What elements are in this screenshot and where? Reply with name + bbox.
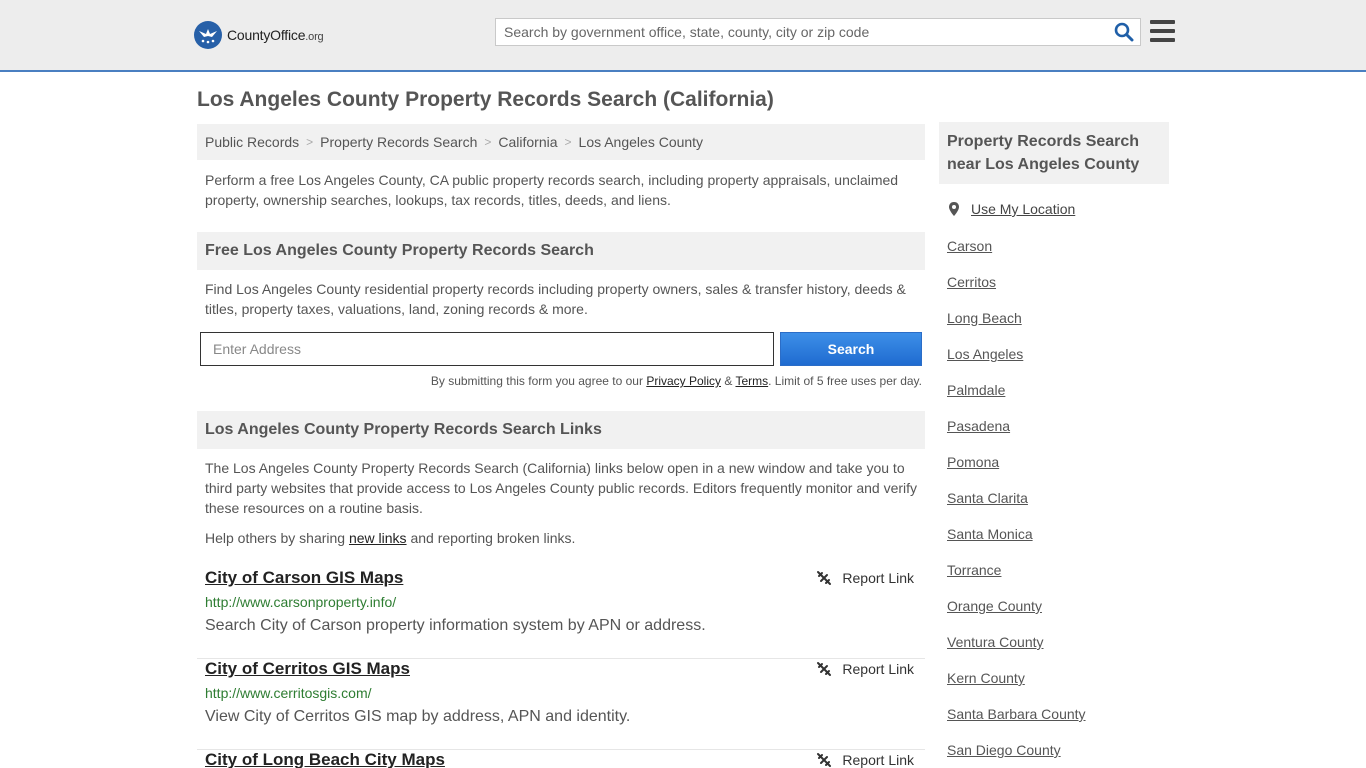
breadcrumb-property-records-search[interactable]: Property Records Search	[320, 134, 477, 150]
record-description: Search City of Carson property informati…	[205, 617, 706, 634]
nearby-place-link[interactable]: Cerritos	[947, 272, 1086, 308]
nearby-place-link[interactable]: Kern County	[947, 668, 1086, 704]
form-disclaimer: By submitting this form you agree to our…	[430, 374, 922, 388]
site-header: CountyOffice.org	[0, 0, 1366, 72]
nearby-place-link[interactable]: Long Beach	[947, 308, 1086, 344]
privacy-policy-link[interactable]: Privacy Policy	[646, 374, 721, 388]
hamburger-menu-icon[interactable]	[1150, 20, 1175, 42]
broken-link-icon	[817, 753, 832, 767]
site-search-input[interactable]	[496, 19, 1096, 45]
address-input[interactable]	[200, 332, 774, 366]
record-item: City of Cerritos GIS Maps http://www.cer…	[197, 659, 925, 750]
nearby-place-link[interactable]: San Diego County	[947, 740, 1086, 768]
nearby-place-link[interactable]: Santa Barbara County	[947, 704, 1086, 740]
help-text: Help others by sharing new links and rep…	[205, 530, 576, 546]
nearby-place-link[interactable]: Pasadena	[947, 416, 1086, 452]
logo-text: CountyOffice.org	[227, 27, 324, 43]
breadcrumb-separator: >	[306, 135, 314, 149]
nearby-place-link[interactable]: Orange County	[947, 596, 1086, 632]
terms-link[interactable]: Terms	[735, 374, 768, 388]
nearby-place-link[interactable]: Santa Clarita	[947, 488, 1086, 524]
nearby-place-link[interactable]: Torrance	[947, 560, 1086, 596]
report-link-button[interactable]: Report Link	[816, 752, 914, 768]
search-icon[interactable]	[1114, 22, 1134, 42]
nearby-places-list: Carson Cerritos Long Beach Los Angeles P…	[947, 236, 1086, 768]
breadcrumb-separator: >	[564, 135, 572, 149]
links-section-description: The Los Angeles County Property Records …	[205, 460, 918, 516]
nearby-place-link[interactable]: Los Angeles	[947, 344, 1086, 380]
nearby-place-link[interactable]: Ventura County	[947, 632, 1086, 668]
record-url: http://www.cerritosgis.com/	[205, 685, 372, 701]
nearby-place-link[interactable]: Pomona	[947, 452, 1086, 488]
nearby-place-link[interactable]: Carson	[947, 236, 1086, 272]
breadcrumb-california[interactable]: California	[498, 134, 557, 150]
record-title-link[interactable]: City of Carson GIS Maps	[205, 568, 403, 588]
record-item: City of Carson GIS Maps http://www.carso…	[197, 568, 925, 659]
page-title: Los Angeles County Property Records Sear…	[197, 88, 774, 111]
eagle-logo-icon	[194, 21, 222, 49]
sidebar-heading: Property Records Search near Los Angeles…	[939, 122, 1169, 184]
breadcrumb-separator: >	[484, 135, 492, 149]
address-search-button[interactable]: Search	[780, 332, 922, 366]
breadcrumb-los-angeles-county[interactable]: Los Angeles County	[579, 134, 704, 150]
record-title-link[interactable]: City of Cerritos GIS Maps	[205, 659, 410, 679]
free-search-heading: Free Los Angeles County Property Records…	[197, 232, 925, 270]
report-link-label: Report Link	[842, 570, 914, 586]
broken-link-icon	[817, 662, 832, 676]
intro-text: Perform a free Los Angeles County, CA pu…	[205, 172, 899, 208]
site-search	[495, 18, 1141, 46]
site-logo[interactable]: CountyOffice.org	[194, 20, 324, 50]
record-item: City of Long Beach City Maps Report Link	[197, 750, 925, 768]
record-description: View City of Cerritos GIS map by address…	[205, 708, 631, 725]
report-link-label: Report Link	[842, 661, 914, 677]
breadcrumb-public-records[interactable]: Public Records	[205, 134, 299, 150]
free-search-description: Find Los Angeles County residential prop…	[205, 281, 906, 317]
broken-link-icon	[817, 571, 832, 585]
breadcrumb: Public Records > Property Records Search…	[197, 124, 925, 160]
location-pin-icon	[949, 202, 959, 216]
report-link-button[interactable]: Report Link	[816, 570, 914, 586]
nearby-place-link[interactable]: Santa Monica	[947, 524, 1086, 560]
report-link-label: Report Link	[842, 752, 914, 768]
links-section-heading: Los Angeles County Property Records Sear…	[197, 411, 925, 449]
record-title-link[interactable]: City of Long Beach City Maps	[205, 750, 445, 768]
new-links-link[interactable]: new links	[349, 530, 407, 546]
use-location: Use My Location	[947, 201, 1075, 217]
use-my-location-link[interactable]: Use My Location	[971, 201, 1075, 217]
nearby-place-link[interactable]: Palmdale	[947, 380, 1086, 416]
record-url: http://www.carsonproperty.info/	[205, 594, 397, 610]
report-link-button[interactable]: Report Link	[816, 661, 914, 677]
